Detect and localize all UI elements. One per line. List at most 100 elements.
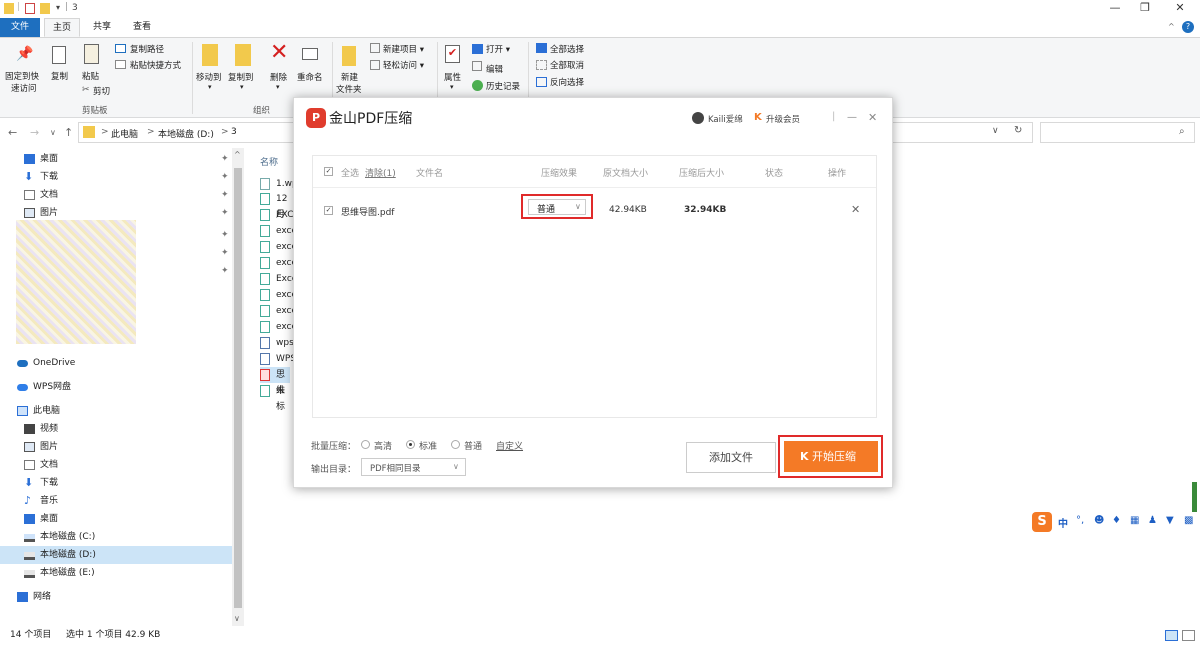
maximize-button[interactable]: ❐ [1125,0,1165,18]
chevron-down-icon[interactable]: ∨ [992,126,999,136]
new-item-button[interactable]: 新建项目 ▾ [383,43,424,55]
effect-dropdown[interactable]: 普通 ∨ [528,199,586,215]
forward-arrow-icon[interactable]: → [30,126,39,139]
clear-link[interactable]: 清除(1) [365,166,396,179]
new-folder-button-2[interactable]: 文件夹 [336,83,362,95]
nav-item-downloads[interactable]: ⬇ 下载 ✦ [0,168,232,186]
radio-standard[interactable] [406,440,415,449]
copy-to-button[interactable]: 复制到 [228,71,254,83]
breadcrumb-this-pc[interactable]: 此电脑 [111,127,138,140]
nav-item-onedrive[interactable]: OneDrive [0,354,232,372]
radio-hd-label[interactable]: 高清 [374,439,392,452]
refresh-icon[interactable]: ↻ [1014,125,1022,136]
scroll-down-icon[interactable]: ∨ [234,614,240,623]
recent-locations-icon[interactable]: ∨ [50,128,56,137]
nav-item-documents[interactable]: 文档 ✦ [0,186,232,204]
history-button[interactable]: 历史记录 [486,80,520,92]
toolbox-icon[interactable]: ▩ [1184,515,1193,526]
sogou-logo-icon[interactable]: S [1032,512,1052,532]
properties-button[interactable]: 属性 [444,71,461,83]
collapse-ribbon-icon[interactable]: ^ [1168,22,1175,31]
start-compress-button[interactable]: K 开始压缩 [784,441,878,472]
dialog-close-button[interactable]: ✕ [868,111,877,124]
large-icons-view-icon[interactable] [1182,630,1195,641]
invert-selection-button[interactable]: 反向选择 [550,76,584,88]
nav-item-drive-c[interactable]: 本地磁盘 (C:) [0,528,232,546]
nav-item-drive-d[interactable]: 本地磁盘 (D:) [0,546,232,564]
user-name[interactable]: Kaili爱绵 [708,113,743,125]
search-box[interactable]: ⌕ [1040,122,1195,143]
breadcrumb-drive-d[interactable]: 本地磁盘 (D:) [158,127,214,140]
help-icon[interactable]: ? [1182,21,1194,33]
radio-normal-label[interactable]: 普通 [464,439,482,452]
radio-standard-label[interactable]: 标准 [419,439,437,452]
nav-item-this-pc[interactable]: 此电脑 [0,402,232,420]
back-arrow-icon[interactable]: ← [8,126,17,139]
select-all-button[interactable]: 全部选择 [550,43,584,55]
skin-icon[interactable]: ▼ [1166,515,1174,526]
user-icon[interactable]: ♟ [1148,515,1157,526]
copy-button[interactable]: 复制 [51,70,68,82]
easy-access-button[interactable]: 轻松访问 ▾ [383,59,424,71]
copy-path-button[interactable]: 复制路径 [130,43,164,55]
pin-quick-access-label[interactable]: 固定到快 [5,70,39,82]
radio-hd[interactable] [361,440,370,449]
nav-item-downloads-pc[interactable]: ⬇ 下载 [0,474,232,492]
move-to-icon [202,44,218,66]
select-all-label[interactable]: 全选 [341,166,359,179]
nav-item-pictures-pc[interactable]: 图片 [0,438,232,456]
pin-quick-access-label-2[interactable]: 速访问 [11,82,37,94]
keyboard-icon[interactable]: ▦ [1130,515,1139,526]
select-none-button[interactable]: 全部取消 [550,59,584,71]
nav-scrollbar-thumb[interactable] [234,168,242,608]
punctuation-icon[interactable]: °, [1076,515,1084,526]
properties-icon[interactable] [25,3,35,14]
nav-item-network[interactable]: 网络 [0,588,232,606]
remove-row-button[interactable]: ✕ [851,203,860,216]
paste-shortcut-button[interactable]: 粘贴快捷方式 [130,59,181,71]
nav-item-videos[interactable]: 视频 [0,420,232,438]
tab-view[interactable]: 查看 [124,18,160,37]
nav-item-wps[interactable]: WPS网盘 [0,378,232,396]
move-to-button[interactable]: 移动到 [196,71,222,83]
close-button[interactable]: ✕ [1160,0,1200,18]
tab-home[interactable]: 主页 [44,18,80,37]
paste-button[interactable]: 粘贴 [82,70,99,82]
new-folder-icon[interactable] [40,3,50,14]
column-header-name[interactable]: 名称 [260,155,278,168]
custom-link[interactable]: 自定义 [496,439,523,452]
delete-button[interactable]: 删除 [270,71,287,83]
tab-share[interactable]: 共享 [84,18,120,37]
radio-normal[interactable] [451,440,460,449]
dialog-minimize-button[interactable]: — [847,112,857,123]
upgrade-link[interactable]: 升级会员 [766,113,800,125]
add-file-button[interactable]: 添加文件 [686,442,776,473]
tab-file[interactable]: 文件 [0,18,40,37]
open-button[interactable]: 打开 ▾ [486,43,510,55]
nav-item-music[interactable]: ♪ 音乐 [0,492,232,510]
nav-label: 本地磁盘 (D:) [40,550,96,560]
row-checkbox[interactable]: ✓ [324,206,333,215]
avatar[interactable] [692,112,704,124]
column-header-operation: 操作 [828,169,847,179]
nav-item-drive-e[interactable]: 本地磁盘 (E:) [0,564,232,582]
output-dir-dropdown[interactable]: PDF相同目录 ∨ [361,458,466,476]
nav-item-desktop[interactable]: 桌面 ✦ [0,150,232,168]
up-arrow-icon[interactable]: ↑ [64,126,73,139]
chinese-mode-icon[interactable]: 中 [1058,515,1068,530]
scroll-up-icon[interactable]: ^ [234,150,241,159]
pin-icon: 📌 [16,46,34,62]
nav-item-desktop-pc[interactable]: 桌面 [0,510,232,528]
edit-button[interactable]: 编辑 [486,63,503,75]
cut-button[interactable]: 剪切 [93,85,110,97]
new-folder-button[interactable]: 新建 [341,71,358,83]
breadcrumb-folder-3[interactable]: 3 [231,127,237,137]
rename-button[interactable]: 重命名 [297,71,323,83]
nav-item-documents-pc[interactable]: 文档 [0,456,232,474]
file-row[interactable]: 思维 [260,367,290,396]
microphone-icon[interactable]: ♦ [1112,515,1121,526]
customize-quick-access-icon[interactable]: ▾ [56,3,60,12]
select-all-checkbox[interactable]: ✓ [324,167,333,176]
details-view-icon[interactable] [1165,630,1178,641]
emoji-icon[interactable]: ☻ [1094,515,1104,526]
